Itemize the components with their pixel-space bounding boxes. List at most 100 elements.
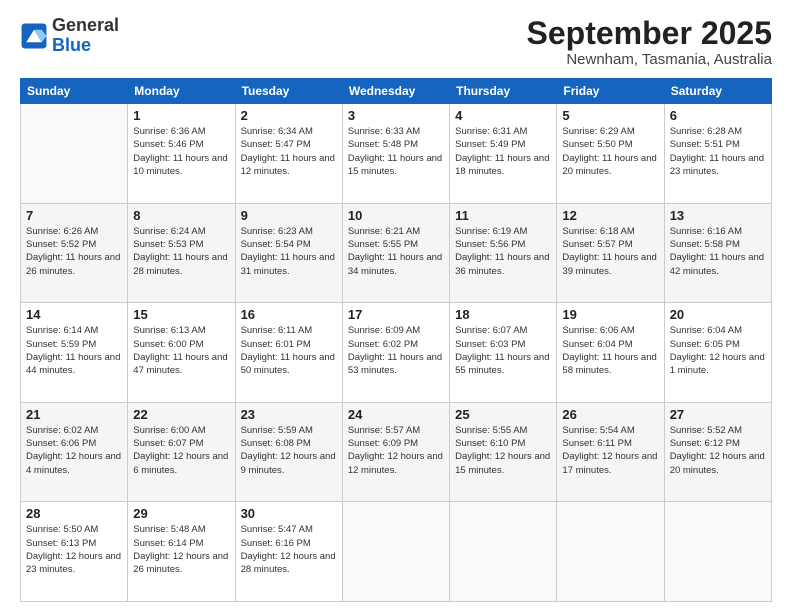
- calendar-cell: [557, 502, 664, 602]
- calendar-cell: 16Sunrise: 6:11 AM Sunset: 6:01 PM Dayli…: [235, 303, 342, 403]
- calendar-cell: 4 Sunrise: 6:31 AM Sunset: 5:49 PM Daylig…: [450, 104, 557, 204]
- day-info: Sunrise: 6:14 AM Sunset: 5:59 PM Dayligh…: [26, 324, 122, 377]
- calendar-cell: [450, 502, 557, 602]
- calendar-cell: 13Sunrise: 6:16 AM Sunset: 5:58 PM Dayli…: [664, 203, 771, 303]
- day-info: Sunrise: 5:47 AM Sunset: 6:16 PM Dayligh…: [241, 523, 337, 576]
- calendar-cell: 9 Sunrise: 6:23 AM Sunset: 5:54 PM Daylig…: [235, 203, 342, 303]
- day-info: Sunrise: 6:09 AM Sunset: 6:02 PM Dayligh…: [348, 324, 444, 377]
- day-info: Sunrise: 6:23 AM Sunset: 5:54 PM Dayligh…: [241, 225, 337, 278]
- day-info: Sunrise: 5:57 AM Sunset: 6:09 PM Dayligh…: [348, 424, 444, 477]
- day-number: 6: [670, 108, 766, 123]
- day-info: Sunrise: 6:18 AM Sunset: 5:57 PM Dayligh…: [562, 225, 658, 278]
- header-wednesday: Wednesday: [342, 79, 449, 104]
- day-number: 5: [562, 108, 658, 123]
- day-number: 17: [348, 307, 444, 322]
- day-number: 23: [241, 407, 337, 422]
- calendar-cell: 12 Sunrise: 6:18 AM Sunset: 5:57 PM Dayli…: [557, 203, 664, 303]
- calendar-cell: 11Sunrise: 6:19 AM Sunset: 5:56 PM Dayli…: [450, 203, 557, 303]
- calendar-cell: [21, 104, 128, 204]
- day-number: 30: [241, 506, 337, 521]
- title-section: September 2025 Newnham, Tasmania, Austra…: [527, 16, 772, 68]
- calendar-cell: 18Sunrise: 6:07 AM Sunset: 6:03 PM Dayli…: [450, 303, 557, 403]
- day-number: 8: [133, 208, 229, 223]
- day-number: 28: [26, 506, 122, 521]
- day-info: Sunrise: 5:48 AM Sunset: 6:14 PM Dayligh…: [133, 523, 229, 576]
- header-tuesday: Tuesday: [235, 79, 342, 104]
- calendar-cell: 27 Sunrise: 5:52 AM Sunset: 6:12 PM Dayli…: [664, 402, 771, 502]
- day-info: Sunrise: 6:13 AM Sunset: 6:00 PM Dayligh…: [133, 324, 229, 377]
- header-monday: Monday: [128, 79, 235, 104]
- day-number: 22: [133, 407, 229, 422]
- calendar-cell: 10 Sunrise: 6:21 AM Sunset: 5:55 PM Dayli…: [342, 203, 449, 303]
- header-friday: Friday: [557, 79, 664, 104]
- day-info: Sunrise: 6:33 AM Sunset: 5:48 PM Dayligh…: [348, 125, 444, 178]
- calendar-cell: 19 Sunrise: 6:06 AM Sunset: 6:04 PM Dayli…: [557, 303, 664, 403]
- logo-icon: [20, 22, 48, 50]
- day-info: Sunrise: 5:55 AM Sunset: 6:10 PM Dayligh…: [455, 424, 551, 477]
- day-number: 20: [670, 307, 766, 322]
- day-info: Sunrise: 6:02 AM Sunset: 6:06 PM Dayligh…: [26, 424, 122, 477]
- day-info: Sunrise: 6:31 AM Sunset: 5:49 PM Dayligh…: [455, 125, 551, 178]
- calendar-cell: 25 Sunrise: 5:55 AM Sunset: 6:10 PM Dayli…: [450, 402, 557, 502]
- calendar-cell: 21 Sunrise: 6:02 AM Sunset: 6:06 PM Dayli…: [21, 402, 128, 502]
- day-info: Sunrise: 5:54 AM Sunset: 6:11 PM Dayligh…: [562, 424, 658, 477]
- logo-blue: Blue: [52, 35, 91, 55]
- day-number: 2: [241, 108, 337, 123]
- calendar-cell: 26Sunrise: 5:54 AM Sunset: 6:11 PM Dayli…: [557, 402, 664, 502]
- day-number: 16: [241, 307, 337, 322]
- day-info: Sunrise: 6:06 AM Sunset: 6:04 PM Dayligh…: [562, 324, 658, 377]
- day-number: 4: [455, 108, 551, 123]
- day-info: Sunrise: 6:34 AM Sunset: 5:47 PM Dayligh…: [241, 125, 337, 178]
- calendar-cell: 14 Sunrise: 6:14 AM Sunset: 5:59 PM Dayli…: [21, 303, 128, 403]
- calendar-cell: 20 Sunrise: 6:04 AM Sunset: 6:05 PM Dayli…: [664, 303, 771, 403]
- calendar-cell: 6 Sunrise: 6:28 AM Sunset: 5:51 PM Daylig…: [664, 104, 771, 204]
- day-info: Sunrise: 5:50 AM Sunset: 6:13 PM Dayligh…: [26, 523, 122, 576]
- day-number: 25: [455, 407, 551, 422]
- calendar-cell: 28 Sunrise: 5:50 AM Sunset: 6:13 PM Dayli…: [21, 502, 128, 602]
- day-info: Sunrise: 5:52 AM Sunset: 6:12 PM Dayligh…: [670, 424, 766, 477]
- calendar-cell: 23Sunrise: 5:59 AM Sunset: 6:08 PM Dayli…: [235, 402, 342, 502]
- calendar-cell: [664, 502, 771, 602]
- day-number: 27: [670, 407, 766, 422]
- day-number: 18: [455, 307, 551, 322]
- day-info: Sunrise: 6:04 AM Sunset: 6:05 PM Dayligh…: [670, 324, 766, 377]
- day-info: Sunrise: 6:00 AM Sunset: 6:07 PM Dayligh…: [133, 424, 229, 477]
- calendar-cell: 5Sunrise: 6:29 AM Sunset: 5:50 PM Daylig…: [557, 104, 664, 204]
- calendar-cell: 7 Sunrise: 6:26 AM Sunset: 5:52 PM Daylig…: [21, 203, 128, 303]
- logo: General Blue: [20, 16, 119, 56]
- logo-text: General Blue: [52, 16, 119, 56]
- day-info: Sunrise: 6:26 AM Sunset: 5:52 PM Dayligh…: [26, 225, 122, 278]
- calendar-cell: 1 Sunrise: 6:36 AM Sunset: 5:46 PM Daylig…: [128, 104, 235, 204]
- day-info: Sunrise: 6:36 AM Sunset: 5:46 PM Dayligh…: [133, 125, 229, 178]
- calendar-week-row: 28 Sunrise: 5:50 AM Sunset: 6:13 PM Dayli…: [21, 502, 772, 602]
- weekday-header-row: Sunday Monday Tuesday Wednesday Thursday…: [21, 79, 772, 104]
- day-info: Sunrise: 6:21 AM Sunset: 5:55 PM Dayligh…: [348, 225, 444, 278]
- day-number: 14: [26, 307, 122, 322]
- month-title: September 2025: [527, 16, 772, 51]
- day-number: 13: [670, 208, 766, 223]
- header-saturday: Saturday: [664, 79, 771, 104]
- calendar-cell: [342, 502, 449, 602]
- calendar-cell: 17 Sunrise: 6:09 AM Sunset: 6:02 PM Dayli…: [342, 303, 449, 403]
- day-info: Sunrise: 6:28 AM Sunset: 5:51 PM Dayligh…: [670, 125, 766, 178]
- day-number: 29: [133, 506, 229, 521]
- day-number: 1: [133, 108, 229, 123]
- day-number: 3: [348, 108, 444, 123]
- day-number: 19: [562, 307, 658, 322]
- calendar-cell: 22 Sunrise: 6:00 AM Sunset: 6:07 PM Dayli…: [128, 402, 235, 502]
- header: General Blue September 2025 Newnham, Tas…: [20, 16, 772, 68]
- calendar-cell: 3 Sunrise: 6:33 AM Sunset: 5:48 PM Daylig…: [342, 104, 449, 204]
- day-number: 24: [348, 407, 444, 422]
- day-number: 9: [241, 208, 337, 223]
- calendar-table: Sunday Monday Tuesday Wednesday Thursday…: [20, 78, 772, 602]
- day-info: Sunrise: 6:24 AM Sunset: 5:53 PM Dayligh…: [133, 225, 229, 278]
- day-number: 21: [26, 407, 122, 422]
- day-number: 7: [26, 208, 122, 223]
- calendar-week-row: 1 Sunrise: 6:36 AM Sunset: 5:46 PM Daylig…: [21, 104, 772, 204]
- day-number: 12: [562, 208, 658, 223]
- day-number: 15: [133, 307, 229, 322]
- day-number: 11: [455, 208, 551, 223]
- header-thursday: Thursday: [450, 79, 557, 104]
- calendar-cell: 15 Sunrise: 6:13 AM Sunset: 6:00 PM Dayli…: [128, 303, 235, 403]
- day-number: 10: [348, 208, 444, 223]
